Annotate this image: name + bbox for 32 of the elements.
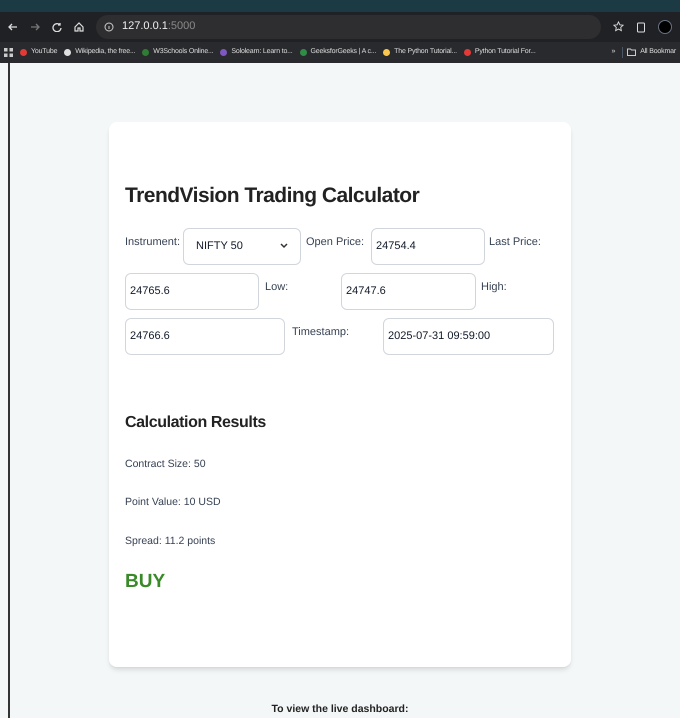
star-icon[interactable] [613, 21, 624, 32]
field-label: Timestamp: [291, 324, 350, 340]
profile-avatar[interactable] [658, 20, 672, 34]
input-field[interactable]: 2025-07-31 09:59:00 [383, 318, 554, 355]
forward-arrow-icon[interactable] [30, 22, 40, 32]
input-field[interactable]: 24747.6 [341, 272, 476, 310]
extension-icon[interactable] [636, 20, 646, 33]
footer-text: To view the live dashboard: [272, 702, 408, 718]
field-label: Low: [264, 280, 290, 295]
back-arrow-icon[interactable] [8, 22, 18, 32]
page-title: TrendVision Trading Calculator [125, 183, 420, 210]
result-text: Spread: 11.2 points [125, 534, 216, 550]
result-text: Contract Size: 50 [125, 456, 207, 472]
chevron-down-icon [280, 243, 288, 250]
input-field[interactable]: 24754.4 [371, 228, 485, 265]
apps-grid-icon[interactable] [4, 48, 13, 57]
address-bar[interactable]: 127.0.0.1:5000 [96, 14, 601, 39]
url-text: 127.0.0.1:5000 [122, 19, 196, 34]
instrument-select[interactable]: NIFTY 50 [183, 228, 301, 265]
input-field[interactable]: 24766.6 [125, 318, 285, 355]
reload-icon[interactable] [52, 22, 62, 32]
field-label: Last Price: [488, 234, 542, 250]
home-icon[interactable] [74, 22, 84, 32]
info-icon [104, 22, 114, 32]
signal-text: BUY [125, 570, 166, 594]
field-label: Open Price: [305, 234, 366, 250]
section-heading: Calculation Results [125, 412, 267, 433]
folder-icon [627, 48, 636, 56]
field-label: High: [480, 280, 508, 295]
input-field[interactable]: 24765.6 [125, 272, 259, 310]
field-label: Instrument: [125, 234, 182, 250]
result-text: Point Value: 10 USD [125, 495, 222, 510]
